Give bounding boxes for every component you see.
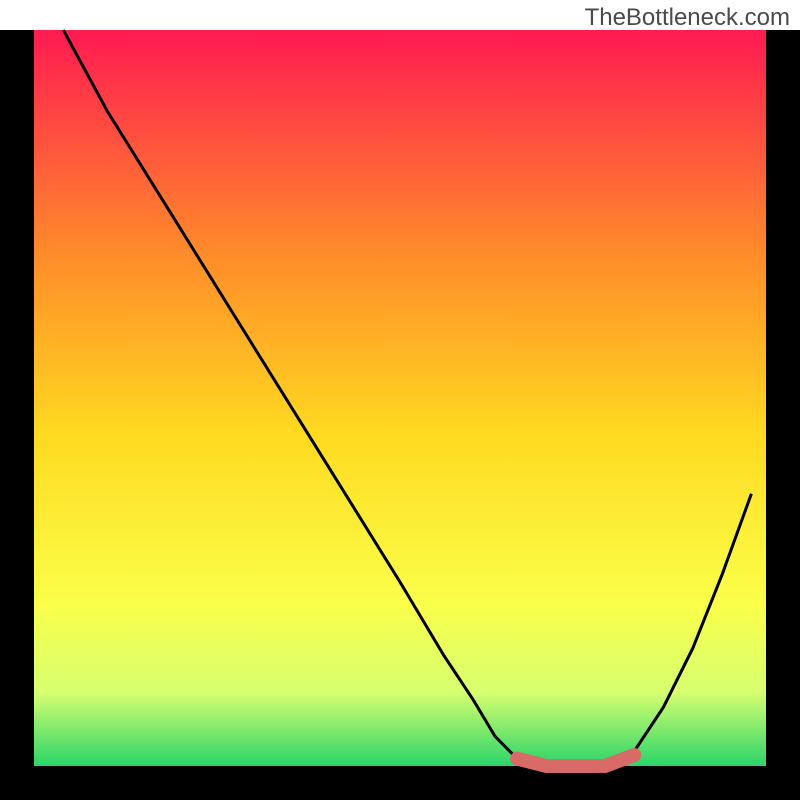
watermark: TheBottleneck.com bbox=[585, 4, 790, 32]
bottleneck-chart bbox=[0, 0, 800, 800]
frame-right bbox=[766, 30, 800, 800]
plot-background bbox=[34, 30, 766, 766]
frame-left bbox=[0, 30, 34, 800]
frame-bottom bbox=[0, 766, 800, 800]
